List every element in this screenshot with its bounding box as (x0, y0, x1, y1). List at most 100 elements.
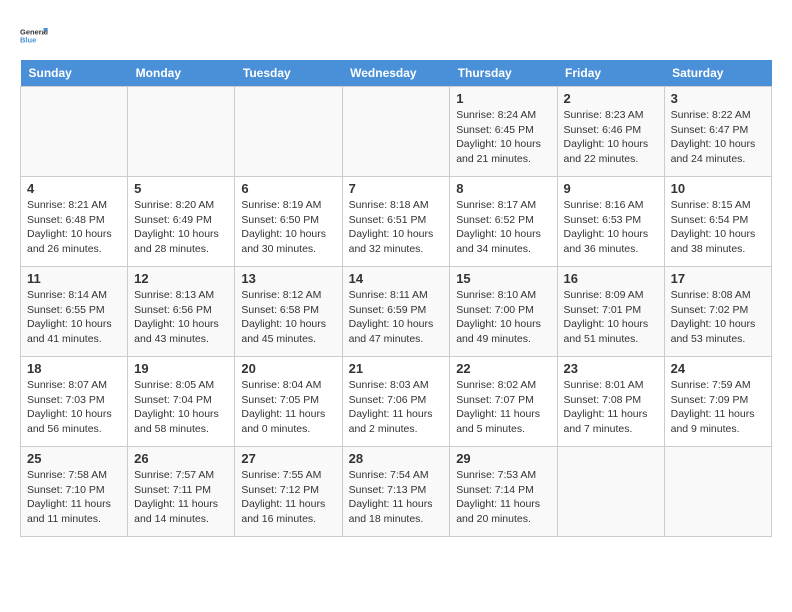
day-info: Sunrise: 8:05 AM Sunset: 7:04 PM Dayligh… (134, 378, 228, 437)
day-info: Sunrise: 8:18 AM Sunset: 6:51 PM Dayligh… (349, 198, 444, 257)
weekday-header-friday: Friday (557, 60, 664, 87)
day-info: Sunrise: 8:10 AM Sunset: 7:00 PM Dayligh… (456, 288, 550, 347)
weekday-header-thursday: Thursday (450, 60, 557, 87)
calendar-cell: 8 Sunrise: 8:17 AM Sunset: 6:52 PM Daylig… (450, 177, 557, 267)
day-info: Sunrise: 8:02 AM Sunset: 7:07 PM Dayligh… (456, 378, 550, 437)
day-number: 22 (456, 361, 550, 376)
calendar-cell: 11 Sunrise: 8:14 AM Sunset: 6:55 PM Dayli… (21, 267, 128, 357)
day-number: 15 (456, 271, 550, 286)
day-number: 29 (456, 451, 550, 466)
day-number: 11 (27, 271, 121, 286)
day-info: Sunrise: 8:20 AM Sunset: 6:49 PM Dayligh… (134, 198, 228, 257)
calendar-cell: 27Sunrise: 7:55 AM Sunset: 7:12 PM Dayli… (235, 447, 342, 537)
day-number: 25 (27, 451, 121, 466)
weekday-header-row: SundayMondayTuesdayWednesdayThursdayFrid… (21, 60, 772, 87)
weekday-header-monday: Monday (128, 60, 235, 87)
day-info: Sunrise: 8:03 AM Sunset: 7:06 PM Dayligh… (349, 378, 444, 437)
logo: GeneralBlue (20, 20, 50, 50)
day-info: Sunrise: 7:59 AM Sunset: 7:09 PM Dayligh… (671, 378, 765, 437)
weekday-header-tuesday: Tuesday (235, 60, 342, 87)
calendar-cell: 14 Sunrise: 8:11 AM Sunset: 6:59 PM Dayli… (342, 267, 450, 357)
day-number: 21 (349, 361, 444, 376)
week-row-1: 1 Sunrise: 8:24 AM Sunset: 6:45 PM Daylig… (21, 87, 772, 177)
day-number: 7 (349, 181, 444, 196)
calendar-cell: 10 Sunrise: 8:15 AM Sunset: 6:54 PM Dayli… (664, 177, 771, 267)
day-info: Sunrise: 7:57 AM Sunset: 7:11 PM Dayligh… (134, 468, 228, 527)
day-info: Sunrise: 8:01 AM Sunset: 7:08 PM Dayligh… (564, 378, 658, 437)
week-row-2: 4 Sunrise: 8:21 AM Sunset: 6:48 PM Daylig… (21, 177, 772, 267)
calendar-cell: 25Sunrise: 7:58 AM Sunset: 7:10 PM Dayli… (21, 447, 128, 537)
day-info: Sunrise: 8:15 AM Sunset: 6:54 PM Dayligh… (671, 198, 765, 257)
logo-icon: GeneralBlue (20, 20, 50, 50)
day-info: Sunrise: 8:07 AM Sunset: 7:03 PM Dayligh… (27, 378, 121, 437)
day-number: 8 (456, 181, 550, 196)
day-number: 23 (564, 361, 658, 376)
calendar-cell: 21 Sunrise: 8:03 AM Sunset: 7:06 PM Dayli… (342, 357, 450, 447)
day-number: 2 (564, 91, 658, 106)
day-number: 18 (27, 361, 121, 376)
calendar-cell: 5Sunrise: 8:20 AM Sunset: 6:49 PM Daylig… (128, 177, 235, 267)
day-info: Sunrise: 8:11 AM Sunset: 6:59 PM Dayligh… (349, 288, 444, 347)
svg-text:Blue: Blue (20, 36, 36, 45)
day-info: Sunrise: 8:23 AM Sunset: 6:46 PM Dayligh… (564, 108, 658, 167)
calendar-cell: 1 Sunrise: 8:24 AM Sunset: 6:45 PM Daylig… (450, 87, 557, 177)
day-info: Sunrise: 8:12 AM Sunset: 6:58 PM Dayligh… (241, 288, 335, 347)
day-info: Sunrise: 8:14 AM Sunset: 6:55 PM Dayligh… (27, 288, 121, 347)
calendar-cell: 26 Sunrise: 7:57 AM Sunset: 7:11 PM Dayli… (128, 447, 235, 537)
day-info: Sunrise: 8:17 AM Sunset: 6:52 PM Dayligh… (456, 198, 550, 257)
day-number: 19 (134, 361, 228, 376)
calendar-cell (664, 447, 771, 537)
day-number: 20 (241, 361, 335, 376)
week-row-5: 25Sunrise: 7:58 AM Sunset: 7:10 PM Dayli… (21, 447, 772, 537)
day-info: Sunrise: 8:21 AM Sunset: 6:48 PM Dayligh… (27, 198, 121, 257)
day-number: 26 (134, 451, 228, 466)
calendar-cell: 20 Sunrise: 8:04 AM Sunset: 7:05 PM Dayli… (235, 357, 342, 447)
weekday-header-sunday: Sunday (21, 60, 128, 87)
day-number: 17 (671, 271, 765, 286)
calendar-cell: 22 Sunrise: 8:02 AM Sunset: 7:07 PM Dayli… (450, 357, 557, 447)
header: GeneralBlue (20, 20, 772, 50)
calendar-cell (557, 447, 664, 537)
day-info: Sunrise: 7:53 AM Sunset: 7:14 PM Dayligh… (456, 468, 550, 527)
day-number: 16 (564, 271, 658, 286)
calendar-cell: 9 Sunrise: 8:16 AM Sunset: 6:53 PM Daylig… (557, 177, 664, 267)
calendar-cell: 6Sunrise: 8:19 AM Sunset: 6:50 PM Daylig… (235, 177, 342, 267)
day-number: 9 (564, 181, 658, 196)
calendar-cell: 18 Sunrise: 8:07 AM Sunset: 7:03 PM Dayli… (21, 357, 128, 447)
day-info: Sunrise: 8:13 AM Sunset: 6:56 PM Dayligh… (134, 288, 228, 347)
calendar-cell: 3 Sunrise: 8:22 AM Sunset: 6:47 PM Daylig… (664, 87, 771, 177)
day-number: 4 (27, 181, 121, 196)
day-number: 13 (241, 271, 335, 286)
weekday-header-wednesday: Wednesday (342, 60, 450, 87)
calendar-cell: 19 Sunrise: 8:05 AM Sunset: 7:04 PM Dayli… (128, 357, 235, 447)
day-number: 27 (241, 451, 335, 466)
calendar-cell: 28Sunrise: 7:54 AM Sunset: 7:13 PM Dayli… (342, 447, 450, 537)
calendar-cell: 13 Sunrise: 8:12 AM Sunset: 6:58 PM Dayli… (235, 267, 342, 357)
day-info: Sunrise: 8:24 AM Sunset: 6:45 PM Dayligh… (456, 108, 550, 167)
day-info: Sunrise: 8:16 AM Sunset: 6:53 PM Dayligh… (564, 198, 658, 257)
calendar-cell: 15 Sunrise: 8:10 AM Sunset: 7:00 PM Dayli… (450, 267, 557, 357)
day-number: 1 (456, 91, 550, 106)
calendar-cell (21, 87, 128, 177)
calendar-cell: 4 Sunrise: 8:21 AM Sunset: 6:48 PM Daylig… (21, 177, 128, 267)
week-row-3: 11 Sunrise: 8:14 AM Sunset: 6:55 PM Dayli… (21, 267, 772, 357)
day-number: 12 (134, 271, 228, 286)
calendar-cell: 16 Sunrise: 8:09 AM Sunset: 7:01 PM Dayli… (557, 267, 664, 357)
day-info: Sunrise: 8:08 AM Sunset: 7:02 PM Dayligh… (671, 288, 765, 347)
calendar-cell: 7 Sunrise: 8:18 AM Sunset: 6:51 PM Daylig… (342, 177, 450, 267)
day-number: 3 (671, 91, 765, 106)
day-info: Sunrise: 8:04 AM Sunset: 7:05 PM Dayligh… (241, 378, 335, 437)
day-info: Sunrise: 7:54 AM Sunset: 7:13 PM Dayligh… (349, 468, 444, 527)
day-number: 10 (671, 181, 765, 196)
day-number: 24 (671, 361, 765, 376)
calendar-cell (128, 87, 235, 177)
day-number: 6 (241, 181, 335, 196)
calendar-table: SundayMondayTuesdayWednesdayThursdayFrid… (20, 60, 772, 537)
calendar-cell: 29 Sunrise: 7:53 AM Sunset: 7:14 PM Dayli… (450, 447, 557, 537)
day-number: 14 (349, 271, 444, 286)
calendar-cell (235, 87, 342, 177)
calendar-cell: 23 Sunrise: 8:01 AM Sunset: 7:08 PM Dayli… (557, 357, 664, 447)
calendar-cell: 2 Sunrise: 8:23 AM Sunset: 6:46 PM Daylig… (557, 87, 664, 177)
day-info: Sunrise: 8:22 AM Sunset: 6:47 PM Dayligh… (671, 108, 765, 167)
day-info: Sunrise: 8:09 AM Sunset: 7:01 PM Dayligh… (564, 288, 658, 347)
